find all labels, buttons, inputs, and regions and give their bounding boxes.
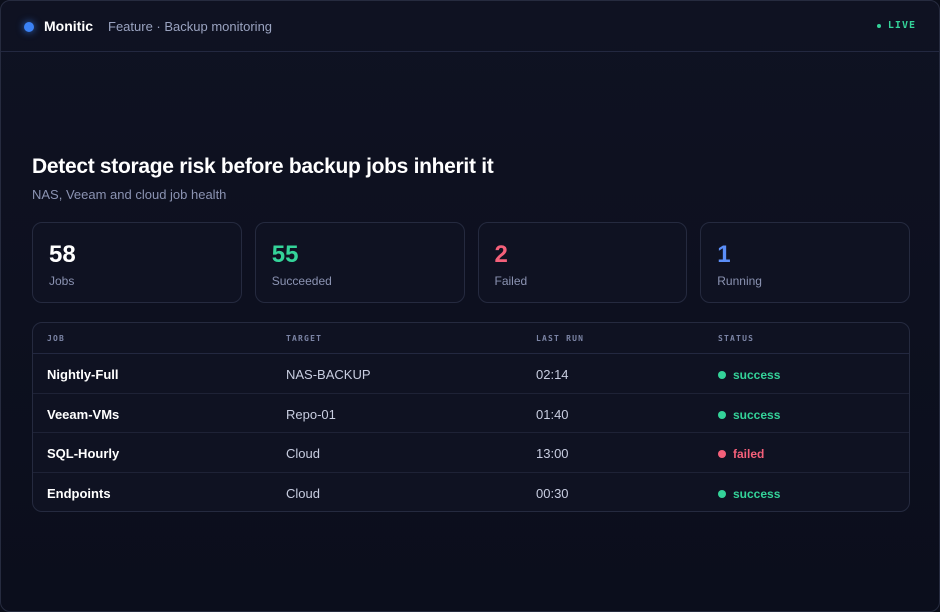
stat-label: Failed: [494, 274, 528, 288]
page-title: Detect storage risk before backup jobs i…: [32, 155, 494, 178]
stat-card-running: 1 Running: [700, 222, 910, 303]
jobs-table: JOB TARGET LAST RUN STATUS Nightly-Full …: [32, 322, 910, 512]
stat-card-failed: 2 Failed: [477, 222, 688, 303]
column-header-target[interactable]: TARGET: [286, 334, 322, 343]
status-badge: success: [718, 368, 780, 382]
app-window: Monitic Feature · Backup monitoring LIVE…: [0, 0, 940, 612]
status-text: success: [733, 368, 781, 382]
status-dot-icon: [718, 489, 726, 498]
stat-value: 55: [271, 241, 299, 268]
live-label: LIVE: [887, 20, 916, 31]
table-row[interactable]: SQL-Hourly Cloud 13:00 failed: [33, 433, 909, 473]
job-target: Repo-01: [286, 406, 336, 422]
stats-row: 58 Jobs 55 Succeeded 2 Failed 1 Running: [32, 222, 910, 303]
stat-card-succeeded: 55 Succeeded: [254, 222, 465, 303]
job-name: Nightly-Full: [47, 367, 119, 382]
status-text: failed: [733, 447, 765, 461]
column-header-status[interactable]: STATUS: [718, 334, 754, 343]
status-text: success: [733, 486, 781, 501]
column-header-last-run[interactable]: LAST RUN: [536, 334, 584, 343]
status-badge: success: [718, 408, 780, 422]
table-row[interactable]: Endpoints Cloud 00:30 success: [33, 473, 909, 512]
column-header-job[interactable]: JOB: [47, 334, 65, 343]
live-dot-icon: [876, 23, 881, 28]
job-target: NAS-BACKUP: [286, 367, 371, 382]
status-badge: failed: [718, 447, 764, 461]
table-row[interactable]: Veeam-VMs Repo-01 01:40 success: [33, 394, 909, 433]
top-bar: Monitic Feature · Backup monitoring LIVE: [1, 1, 939, 52]
status-badge: success: [718, 487, 780, 501]
job-name: SQL-Hourly: [47, 446, 120, 461]
job-target: Cloud: [286, 485, 320, 501]
job-target: Cloud: [286, 446, 320, 461]
job-name: Veeam-VMs: [47, 406, 120, 422]
page-subtitle: NAS, Veeam and cloud job health: [32, 187, 227, 202]
job-name: Endpoints: [47, 485, 111, 501]
stat-label: Succeeded: [271, 274, 332, 288]
job-last-run: 13:00: [536, 446, 569, 461]
table-row[interactable]: Nightly-Full NAS-BACKUP 02:14 success: [33, 354, 909, 394]
stat-card-jobs: 58 Jobs: [32, 222, 242, 303]
stat-label: Running: [717, 274, 762, 288]
brand-name[interactable]: Monitic: [44, 18, 93, 34]
stat-value: 58: [49, 241, 76, 268]
job-last-run: 00:30: [536, 485, 569, 501]
stat-label: Jobs: [49, 274, 75, 288]
status-dot-icon: [718, 450, 726, 458]
status-text: success: [733, 407, 781, 422]
breadcrumb: Feature · Backup monitoring: [108, 19, 273, 34]
job-last-run: 02:14: [536, 367, 569, 382]
live-indicator: LIVE: [876, 20, 916, 31]
status-dot-icon: [718, 410, 726, 419]
table-header: JOB TARGET LAST RUN STATUS: [33, 323, 909, 354]
status-dot-icon: [718, 371, 726, 379]
brand-logo-icon: [24, 22, 34, 32]
stat-value: 2: [494, 241, 508, 268]
stat-value: 1: [717, 241, 731, 268]
job-last-run: 01:40: [536, 406, 569, 422]
